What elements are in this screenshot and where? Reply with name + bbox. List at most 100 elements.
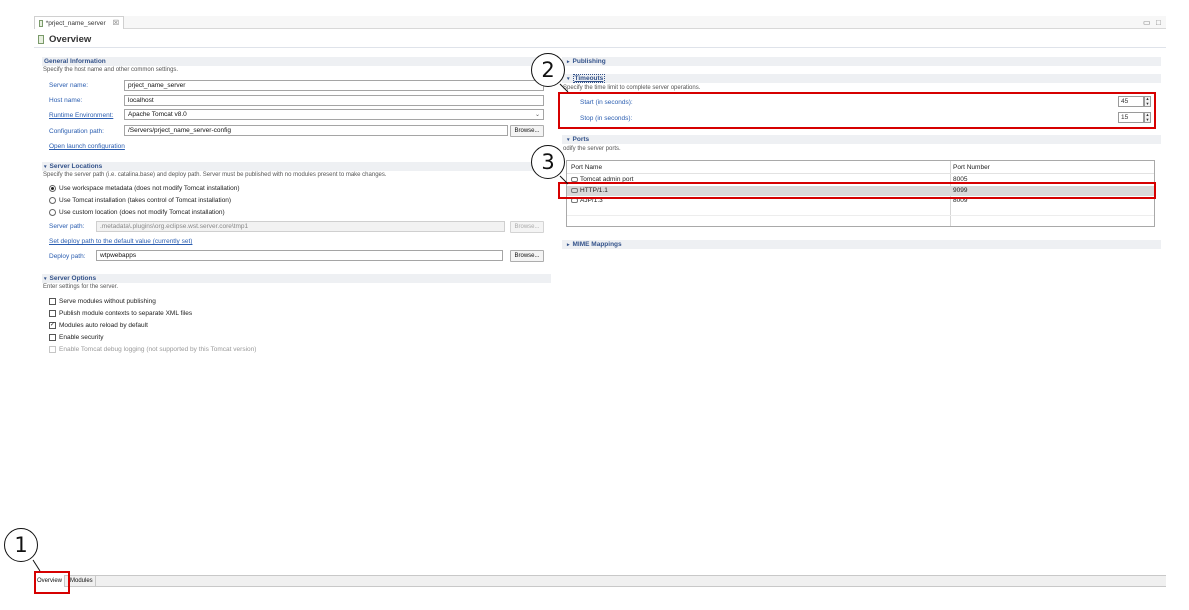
checkbox-checked[interactable]: ✓ [49, 321, 56, 329]
publishing-header[interactable]: ▸ Publishing [562, 57, 1161, 66]
page-title-text: Overview [49, 34, 92, 45]
server-locations-header[interactable]: ▾ Server Locations [42, 162, 551, 171]
server-name-label: Server name: [49, 82, 89, 89]
timeouts-highlight-box [558, 92, 1156, 129]
option-serve-without-publishing[interactable]: Serve modules without publishing [49, 296, 156, 306]
editor-tab-label: *prject_name_server [45, 19, 106, 27]
radio-button[interactable] [49, 208, 56, 216]
mime-mappings-title: MIME Mappings [572, 241, 622, 248]
option-publish-separate-xml[interactable]: Publish module contexts to separate XML … [49, 308, 192, 318]
port-name: AJP/1.3 [580, 197, 603, 204]
deploy-path-input[interactable]: wtpwebapps [96, 250, 503, 261]
ports-title: Ports [572, 136, 590, 143]
checkbox[interactable] [49, 309, 56, 317]
header-divider [567, 173, 1154, 174]
server-name-input[interactable]: prject_name_server [124, 80, 544, 91]
host-name-input[interactable]: localhost [124, 95, 544, 106]
option-auto-reload[interactable]: ✓ Modules auto reload by default [49, 320, 148, 330]
general-info-header: General Information [42, 57, 551, 66]
editor-tab-bar [34, 16, 1166, 29]
editor-tab[interactable]: *prject_name_server ☒ [34, 16, 124, 29]
server-path-browse-button: Browse... [510, 221, 544, 233]
port-icon [571, 188, 578, 193]
open-launch-config-link[interactable]: Open launch configuration [49, 143, 125, 150]
callout-leader-lines [32, 83, 569, 572]
deploy-path-label: Deploy path: [49, 253, 86, 260]
publishing-title: Publishing [572, 58, 606, 65]
location-option-custom[interactable]: Use custom location (does not modify Tom… [49, 207, 225, 217]
minimize-icon[interactable]: ▭ [1143, 18, 1151, 27]
start-timeout-input[interactable]: 45 [1118, 96, 1144, 107]
radio-button[interactable] [49, 196, 56, 204]
option-label: Use workspace metadata (does not modify … [59, 184, 240, 192]
set-default-deploy-link[interactable]: Set deploy path to the default value (cu… [49, 238, 192, 245]
config-browse-button[interactable]: Browse... [510, 125, 544, 137]
option-label: Enable security [59, 333, 104, 341]
start-timeout-label: Start (in seconds): [580, 99, 633, 106]
column-header-number[interactable]: Port Number [953, 164, 990, 171]
general-info-title: General Information [44, 58, 106, 65]
ports-table: Port Name Port Number Tomcat admin port … [566, 160, 1155, 227]
stop-timeout-label: Stop (in seconds): [580, 115, 633, 122]
server-options-description: Enter settings for the server. [43, 284, 119, 290]
radio-button[interactable] [49, 184, 56, 192]
ports-description: odify the server ports. [563, 146, 621, 152]
stop-timeout-input[interactable]: 15 [1118, 112, 1144, 123]
mime-mappings-header[interactable]: ▸ MIME Mappings [562, 240, 1161, 249]
server-options-header[interactable]: ▾ Server Options [42, 274, 551, 283]
port-number: 8005 [953, 176, 968, 183]
spinner-arrows-icon[interactable]: ▲ ▼ [1144, 96, 1151, 107]
expand-arrow-icon: ▸ [567, 241, 570, 248]
runtime-environment-link[interactable]: Runtime Environment: [49, 112, 113, 119]
table-row-selected[interactable]: HTTP/1.1 9099 [567, 186, 1154, 196]
tab-overview[interactable]: Overview [35, 575, 66, 587]
callout-1: 1 [4, 528, 38, 562]
port-icon [571, 177, 578, 182]
column-header-name[interactable]: Port Name [571, 164, 602, 171]
port-name: HTTP/1.1 [580, 187, 608, 194]
ports-header[interactable]: ▾ Ports [562, 135, 1161, 144]
option-label: Use Tomcat installation (takes control o… [59, 196, 232, 204]
table-row[interactable]: Tomcat admin port 8005 [567, 175, 1154, 185]
checkbox-disabled [49, 345, 56, 353]
spinner-arrows-icon[interactable]: ▲ ▼ [1144, 112, 1151, 123]
timeouts-description: Specify the time limit to complete serve… [563, 85, 701, 91]
config-path-input[interactable]: /Servers/prject_name_server-config [124, 125, 508, 136]
server-file-icon [38, 35, 44, 44]
close-icon[interactable]: ☒ [113, 19, 119, 27]
option-label: Enable Tomcat debug logging (not support… [59, 345, 257, 353]
collapse-arrow-icon: ▾ [44, 163, 47, 170]
tab-modules[interactable]: Modules [68, 575, 96, 587]
server-locations-title: Server Locations [49, 163, 103, 170]
collapse-arrow-icon: ▾ [567, 75, 570, 82]
timeouts-header[interactable]: ▾ Timeouts [562, 74, 1161, 83]
page-title: Overview [38, 34, 91, 45]
callout-2: 2 [531, 53, 565, 87]
port-icon [571, 198, 578, 203]
general-info-description: Specify the host name and other common s… [43, 67, 179, 73]
option-label: Serve modules without publishing [59, 297, 156, 305]
maximize-icon[interactable]: □ [1156, 18, 1161, 27]
bottom-tab-bar [34, 575, 1166, 587]
option-enable-security[interactable]: Enable security [49, 332, 103, 342]
location-option-tomcat[interactable]: Use Tomcat installation (takes control o… [49, 195, 231, 205]
chevron-down-icon: ⌄ [534, 112, 540, 118]
location-option-workspace[interactable]: Use workspace metadata (does not modify … [49, 183, 240, 193]
deploy-path-browse-button[interactable]: Browse... [510, 250, 544, 262]
checkbox[interactable] [49, 333, 56, 341]
callout-1-leader [32, 559, 41, 572]
option-label: Publish module contexts to separate XML … [59, 309, 193, 317]
config-path-label: Configuration path: [49, 128, 104, 135]
option-label: Modules auto reload by default [59, 321, 148, 329]
server-path-input: .metadata\.plugins\org.eclipse.wst.serve… [96, 221, 505, 232]
server-file-icon [39, 19, 43, 27]
title-divider [34, 47, 1166, 48]
runtime-environment-select[interactable]: Apache Tomcat v8.0 ⌄ [124, 109, 544, 120]
table-row[interactable]: AJP/1.3 8009 [567, 196, 1154, 206]
expand-arrow-icon: ▸ [567, 58, 570, 65]
port-number: 8009 [953, 197, 968, 204]
port-name: Tomcat admin port [580, 176, 634, 183]
checkbox[interactable] [49, 297, 56, 305]
ports-table-header: Port Name Port Number [567, 163, 1154, 173]
collapse-arrow-icon: ▾ [567, 136, 570, 143]
